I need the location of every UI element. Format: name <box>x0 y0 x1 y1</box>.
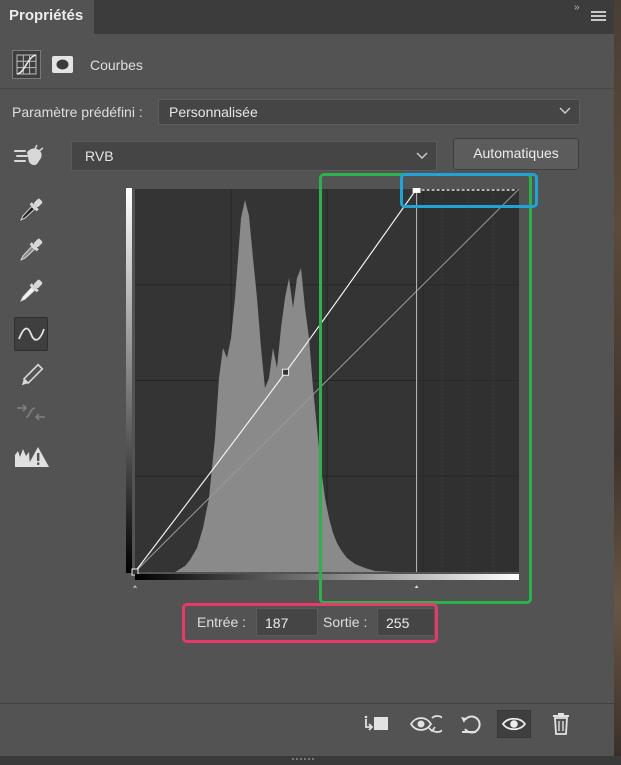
reset-icon[interactable] <box>455 710 487 738</box>
collapse-panel-button[interactable]: » <box>574 2 581 13</box>
header-divider <box>0 88 614 89</box>
draw-curve-pencil-icon[interactable] <box>14 359 48 393</box>
highlight-blue-point <box>400 173 538 208</box>
curves-adjustment-icon[interactable] <box>12 50 41 79</box>
background-photo-strip <box>614 0 621 756</box>
preset-label: Paramètre prédéfini : <box>12 104 143 120</box>
view-previous-state-icon[interactable] <box>408 710 447 738</box>
hamburger-menu-icon[interactable] <box>591 11 606 22</box>
preset-dropdown[interactable]: Personnalisée <box>158 99 580 125</box>
clipping-warning-icon[interactable] <box>14 441 50 475</box>
gray-point-eyedropper-icon[interactable] <box>14 233 48 267</box>
edit-points-curve-icon[interactable] <box>14 317 48 351</box>
automatic-button[interactable]: Automatiques <box>453 138 579 170</box>
on-image-adjustment-icon[interactable] <box>13 144 45 170</box>
output-gradient-bar <box>126 188 132 573</box>
chevron-down-icon <box>416 152 428 159</box>
preset-value: Personnalisée <box>169 104 258 120</box>
delete-icon[interactable] <box>545 710 577 738</box>
smooth-curve-icon <box>14 397 48 431</box>
chevron-down-icon <box>559 107 571 114</box>
layer-mask-icon[interactable] <box>50 52 75 77</box>
highlight-red-io <box>182 603 438 643</box>
black-point-eyedropper-icon[interactable] <box>14 193 48 227</box>
white-point-eyedropper-icon[interactable] <box>14 274 48 308</box>
channel-dropdown[interactable]: RVB <box>71 141 437 171</box>
tab-proprietes[interactable]: Propriétés <box>0 0 94 34</box>
clip-to-layer-icon[interactable] <box>361 710 393 738</box>
panel-title: Courbes <box>90 57 143 73</box>
channel-value: RVB <box>85 148 114 164</box>
resize-grip[interactable] <box>292 747 322 760</box>
toggle-visibility-icon[interactable] <box>497 710 531 738</box>
curve-point[interactable] <box>282 368 290 376</box>
black-point-slider[interactable] <box>127 585 143 597</box>
highlight-green-region <box>319 173 532 604</box>
